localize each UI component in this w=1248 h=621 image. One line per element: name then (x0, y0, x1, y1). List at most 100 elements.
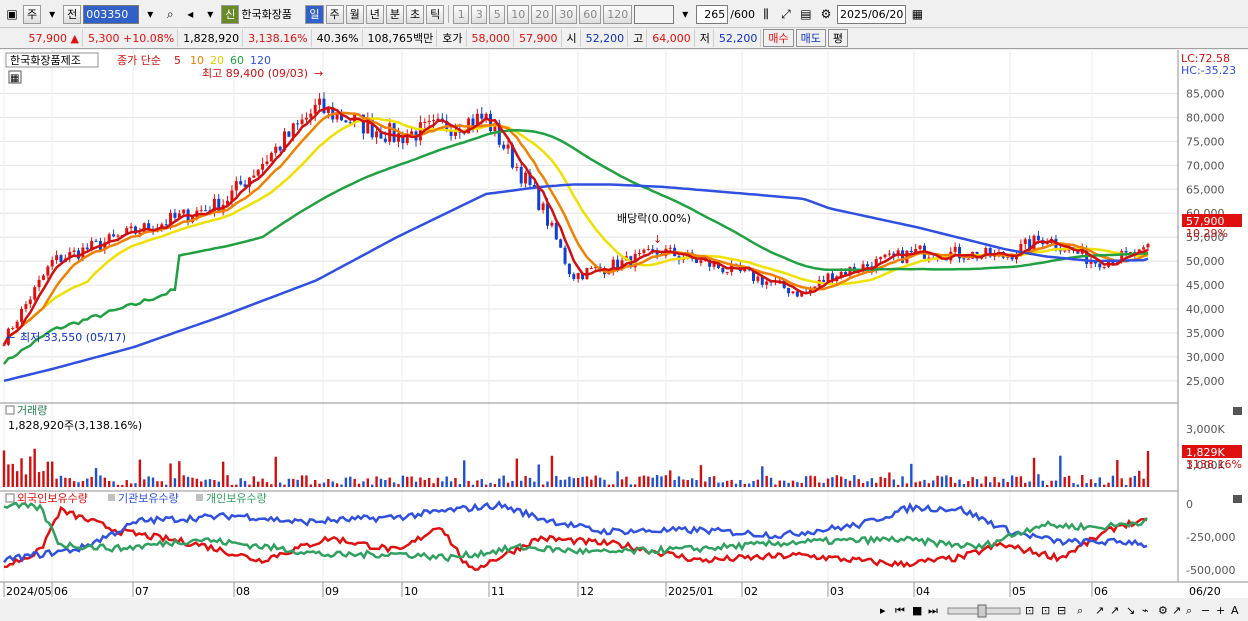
period-minute[interactable]: 분 (385, 4, 404, 24)
font-icon[interactable]: A (1231, 604, 1239, 617)
minute-1[interactable]: 1 (453, 4, 470, 24)
volume-bar (243, 480, 247, 487)
volume-bar (975, 479, 979, 487)
volume-bar (164, 484, 168, 487)
prev-button[interactable]: 전 (63, 4, 82, 24)
minute-60[interactable]: 60 (579, 4, 602, 24)
stock-code-input[interactable]: 003350 (83, 4, 140, 24)
period-week[interactable]: 주 (325, 4, 344, 24)
stop-icon[interactable]: ■ (912, 604, 922, 617)
volume-bar (690, 478, 694, 487)
volume-bar (629, 484, 632, 487)
pane-checkbox[interactable] (5, 493, 15, 503)
draw-icon[interactable]: ↗ (1172, 604, 1181, 617)
crosshair-icon[interactable]: ⤢ (777, 5, 795, 24)
draw-icon[interactable]: ↗ (1110, 604, 1119, 617)
tool-icon[interactable]: ⊟ (1057, 604, 1066, 617)
volume-bar (590, 479, 593, 487)
volume-bar (327, 478, 330, 487)
minute-20[interactable]: 20 (531, 4, 554, 24)
period-tick[interactable]: 틱 (426, 4, 445, 24)
minute-10[interactable]: 10 (507, 4, 530, 24)
minute-5[interactable]: 5 (489, 4, 506, 24)
slider-handle[interactable] (977, 604, 987, 618)
hoga-value2: 57,900 (516, 29, 562, 47)
volume-bar (774, 484, 777, 487)
volume-bar (857, 479, 860, 487)
volume-bar (1098, 477, 1101, 487)
holdings-axis-2: -500,000 (1186, 564, 1235, 577)
zoom-icon[interactable]: ⌕ (1077, 604, 1083, 617)
tool-icon[interactable]: ⊡ (1025, 604, 1034, 617)
volume-bar (598, 477, 602, 487)
period-select[interactable]: 주 (23, 4, 42, 24)
draw-icon[interactable]: ↘ (1126, 604, 1135, 617)
period-year[interactable]: 년 (365, 4, 384, 24)
volume-bar (625, 476, 628, 487)
window-icon[interactable]: ▣ (3, 5, 21, 24)
volume-bar (905, 483, 909, 487)
date-input[interactable]: 2025/06/20 (836, 4, 907, 24)
volume-bar (178, 461, 181, 487)
minus-icon[interactable]: − (1201, 604, 1210, 617)
first-page-icon[interactable]: ⏮ (895, 604, 905, 617)
volume-bar (55, 478, 58, 487)
buy-button[interactable]: 매수 (763, 29, 794, 47)
pane-checkbox[interactable] (5, 405, 15, 415)
calendar-icon[interactable]: ▦ (908, 5, 926, 24)
period-month[interactable]: 월 (345, 4, 364, 24)
volume-bar (441, 481, 444, 487)
dropdown-icon[interactable]: ▾ (43, 5, 61, 24)
volume-bar (42, 470, 45, 487)
volume-bar (7, 464, 10, 487)
volume-bar (708, 477, 711, 487)
minute-30[interactable]: 30 (555, 4, 578, 24)
gear-icon[interactable]: ⚙ (817, 5, 835, 24)
date-axis-label: 10 (404, 585, 418, 598)
new-badge[interactable]: 신 (221, 4, 240, 24)
count-input[interactable]: 265 (696, 4, 729, 24)
minute-3[interactable]: 3 (471, 4, 488, 24)
date-axis-label: 05 (1012, 585, 1026, 598)
period-day[interactable]: 일 (305, 4, 324, 24)
volume-bar (322, 482, 326, 487)
volume-bar (787, 482, 790, 487)
volume-bar (1138, 470, 1141, 487)
volume-bar (449, 481, 453, 487)
chevron-down-icon[interactable]: ▾ (676, 5, 694, 24)
scroll-right-icon[interactable]: ▸ (880, 604, 886, 617)
search-icon[interactable]: ⌕ (161, 5, 179, 24)
candle-body (953, 246, 957, 252)
period-second[interactable]: 초 (406, 4, 425, 24)
hoga-value: 58,000 (469, 29, 515, 47)
custom-period-input[interactable] (634, 4, 675, 24)
minute-120[interactable]: 120 (603, 4, 633, 24)
candle-body (204, 210, 208, 212)
settings-icon[interactable]: ⚙ (1158, 604, 1168, 617)
volume-bar (533, 481, 536, 487)
candle-body (55, 255, 59, 261)
volume-bar (186, 476, 190, 487)
candle-icon[interactable]: ⫼ (757, 5, 775, 24)
volume-bar (1142, 478, 1145, 487)
last-page-icon[interactable]: ⏭ (928, 604, 938, 617)
draw-icon[interactable]: ⌁ (1142, 604, 1149, 617)
candle-body (28, 299, 32, 305)
tool-icon[interactable]: ⊡ (1041, 604, 1050, 617)
close-icon[interactable] (1233, 495, 1242, 503)
volume-bar (572, 478, 576, 487)
chevron-down-icon[interactable]: ▾ (141, 5, 159, 24)
save-icon[interactable]: ▤ (797, 5, 815, 24)
candle-body (375, 131, 379, 138)
dropdown-icon[interactable]: ▾ (201, 5, 219, 24)
speaker-icon[interactable]: ◂ (181, 5, 199, 24)
sell-button[interactable]: 매도 (795, 29, 826, 47)
stock-chart[interactable]: 85,00080,00075,00070,00065,00060,00055,0… (0, 50, 1248, 621)
average-button[interactable]: 평 (827, 29, 849, 47)
divider (448, 5, 450, 23)
plus-icon[interactable]: + (1216, 604, 1225, 617)
close-icon[interactable] (1233, 407, 1242, 415)
volume-bar (993, 476, 996, 487)
draw-icon[interactable]: ↗ (1095, 604, 1104, 617)
zoom-icon[interactable]: ⌕ (1186, 604, 1192, 617)
